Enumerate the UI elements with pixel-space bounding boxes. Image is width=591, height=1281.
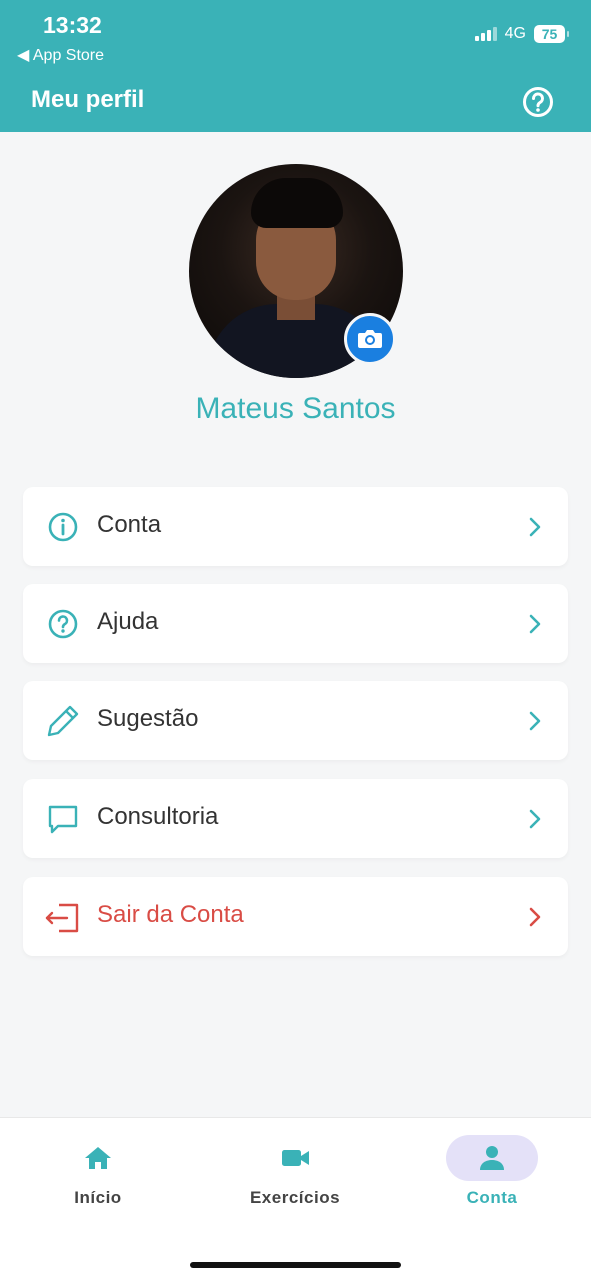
menu-item-label: Conta [97, 511, 162, 538]
menu-item-sugestao[interactable]: Sugestão [23, 681, 568, 760]
back-to-app-store-link[interactable]: ◀ App Store [17, 45, 104, 65]
status-time: 13:32 [43, 12, 102, 38]
camera-icon [358, 330, 382, 348]
video-camera-icon [282, 1150, 309, 1166]
pencil-icon [47, 705, 79, 737]
battery-level: 75 [541, 26, 558, 42]
status-indicators: 4G 75 [474, 25, 569, 43]
help-circle-icon[interactable] [522, 86, 554, 118]
page-title: Meu perfil [31, 86, 145, 113]
menu-item-label: Sugestão [97, 705, 199, 732]
change-photo-button[interactable] [344, 313, 396, 365]
signal-icon [474, 27, 497, 41]
menu-item-sair-da-conta[interactable]: Sair da Conta [23, 877, 568, 956]
bottom-nav: Início Exercícios Conta [0, 1117, 591, 1281]
chevron-right-icon [529, 711, 541, 731]
help-circle-icon [48, 609, 78, 639]
menu-item-label: Sair da Conta [97, 901, 244, 928]
app-header: 13:32 ◀ App Store 4G 75 Meu perfil [0, 0, 591, 132]
menu-item-consultoria[interactable]: Consultoria [23, 779, 568, 858]
nav-label: Início [74, 1188, 122, 1207]
nav-label: Conta [466, 1188, 518, 1207]
user-icon [480, 1146, 504, 1170]
nav-item-inicio[interactable]: Início [38, 1138, 158, 1208]
nav-label: Exercícios [249, 1188, 341, 1207]
chevron-right-icon [529, 809, 541, 829]
menu-item-label: Ajuda [97, 608, 159, 635]
menu-item-label: Consultoria [97, 803, 219, 830]
info-icon [48, 512, 78, 542]
avatar-hair [251, 178, 343, 228]
home-icon [85, 1147, 111, 1169]
nav-item-conta[interactable]: Conta [432, 1138, 552, 1208]
logout-icon [45, 903, 79, 933]
chat-icon [48, 805, 78, 834]
chevron-right-icon [529, 517, 541, 537]
menu-item-conta[interactable]: Conta [23, 487, 568, 566]
home-indicator[interactable] [190, 1262, 401, 1268]
network-label: 4G [504, 25, 526, 42]
chevron-right-icon [529, 907, 541, 927]
nav-item-exercicios[interactable]: Exercícios [235, 1138, 355, 1208]
chevron-right-icon [529, 614, 541, 634]
profile-name: Mateus Santos [195, 392, 396, 425]
menu-item-ajuda[interactable]: Ajuda [23, 584, 568, 663]
battery-icon: 75 [534, 25, 569, 43]
